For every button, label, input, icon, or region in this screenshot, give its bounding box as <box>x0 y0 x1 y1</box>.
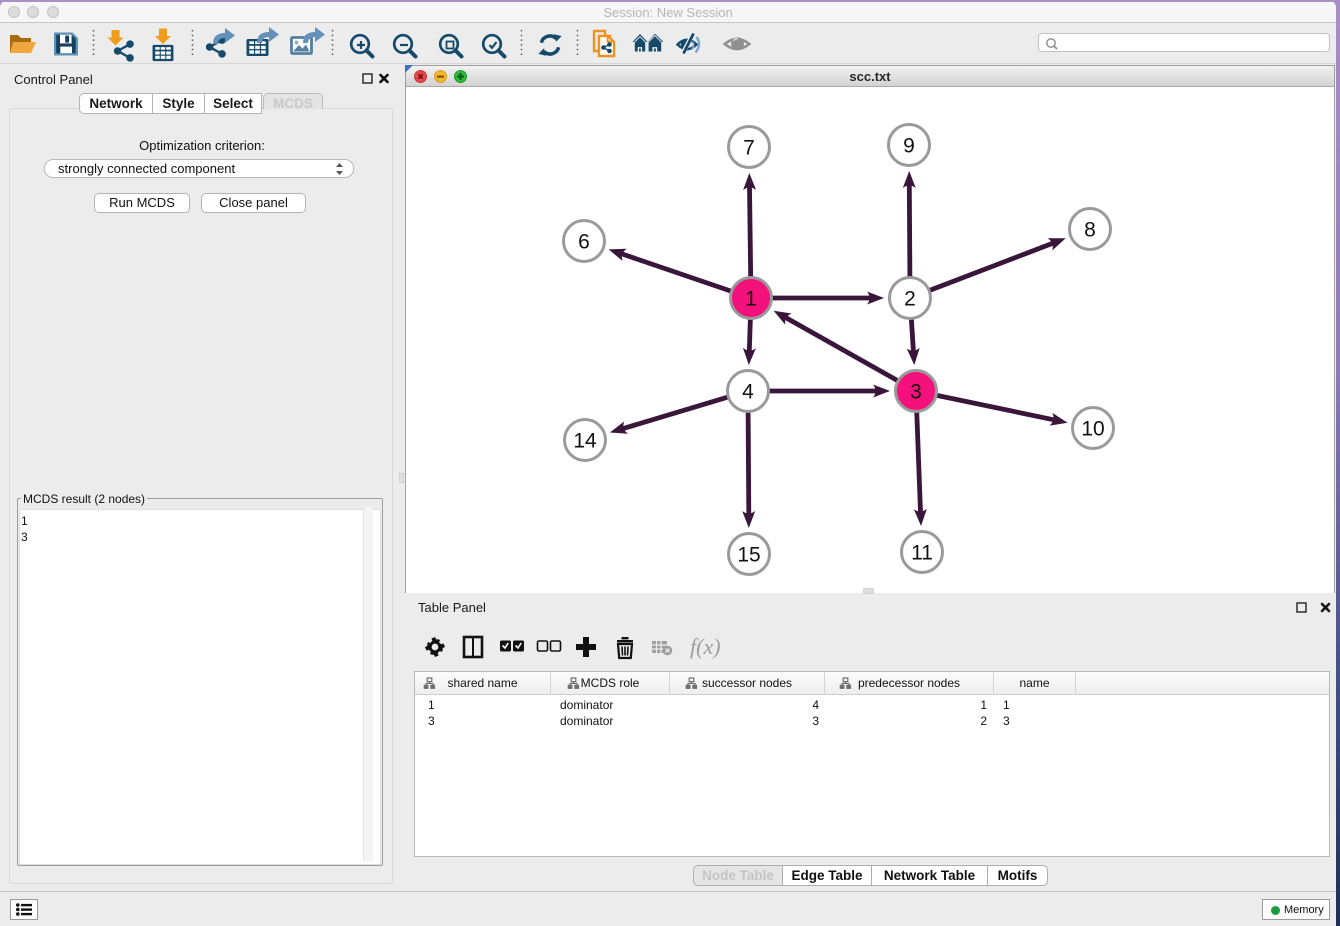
svg-text:2: 2 <box>904 288 916 311</box>
svg-text:9: 9 <box>903 135 915 158</box>
svg-text:8: 8 <box>1084 219 1096 242</box>
svg-text:6: 6 <box>578 231 590 254</box>
svg-text:3: 3 <box>910 381 922 404</box>
svg-text:15: 15 <box>737 544 760 567</box>
svg-text:f(x): f(x) <box>690 634 721 659</box>
svg-text:10: 10 <box>1081 418 1104 441</box>
svg-text:7: 7 <box>743 137 755 160</box>
svg-text:4: 4 <box>742 381 754 404</box>
svg-text:14: 14 <box>573 430 597 453</box>
svg-text:11: 11 <box>911 542 933 565</box>
svg-text:1: 1 <box>745 288 757 311</box>
